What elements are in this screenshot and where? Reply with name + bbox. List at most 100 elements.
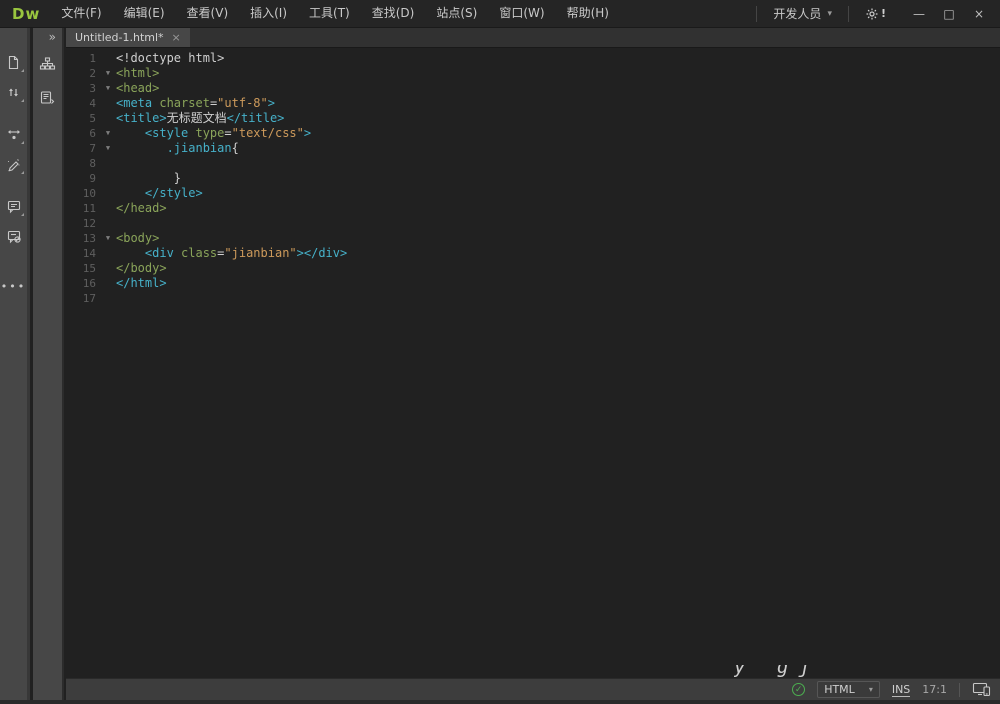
divider xyxy=(959,683,960,697)
sync-settings-button[interactable]: ! xyxy=(857,7,894,21)
code-line: 7▼ .jianbian{ xyxy=(66,141,1000,156)
dom-panel-button[interactable] xyxy=(36,52,60,76)
dropdown-corner xyxy=(21,213,24,216)
code-editor[interactable]: 1<!doctype html>2▼<html>3▼<head>4<meta c… xyxy=(66,48,1000,678)
line-number: 2 xyxy=(66,66,100,81)
panel-dock: » xyxy=(33,28,64,700)
tab-close-icon[interactable]: × xyxy=(172,31,181,44)
menu-find[interactable]: 查找(D) xyxy=(361,0,426,27)
doc-language-dropdown[interactable]: HTML ▾ xyxy=(817,681,880,698)
fold-gutter xyxy=(100,171,116,186)
expand-panels-button[interactable]: » xyxy=(33,28,62,46)
responsive-preview-icon[interactable] xyxy=(972,682,992,697)
code-tokens: } xyxy=(116,171,181,186)
code-line: 10 </style> xyxy=(66,186,1000,201)
line-number: 11 xyxy=(66,201,100,216)
menu-bar: 文件(F) 编辑(E) 查看(V) 插入(I) 工具(T) 查找(D) 站点(S… xyxy=(50,0,620,27)
menu-file[interactable]: 文件(F) xyxy=(50,0,112,27)
code-tokens: </html> xyxy=(116,276,167,291)
document-icon xyxy=(6,55,21,70)
insert-mode-toggle[interactable]: INS xyxy=(892,683,910,697)
fold-arrow-icon[interactable]: ▼ xyxy=(100,126,116,141)
dropdown-corner xyxy=(21,99,24,102)
tree-hierarchy-icon xyxy=(39,56,56,72)
minimize-button[interactable]: — xyxy=(904,0,934,27)
fold-gutter xyxy=(100,186,116,201)
fold-arrow-icon[interactable]: ▼ xyxy=(100,141,116,156)
snippets-panel-button[interactable] xyxy=(36,86,60,110)
comment-bubble-icon xyxy=(6,199,22,214)
menu-tools[interactable]: 工具(T) xyxy=(298,0,361,27)
fold-gutter xyxy=(100,276,116,291)
line-number: 9 xyxy=(66,171,100,186)
fold-gutter xyxy=(100,216,116,231)
fold-gutter xyxy=(100,96,116,111)
up-down-arrows-icon xyxy=(6,85,21,100)
code-line: 17 xyxy=(66,291,1000,306)
fold-gutter xyxy=(100,201,116,216)
chevron-down-icon: ▾ xyxy=(827,9,832,19)
line-number: 17 xyxy=(66,291,100,306)
code-tokens: <title>无标题文档</title> xyxy=(116,111,284,126)
fold-gutter xyxy=(100,156,116,171)
code-tokens: <!doctype html> xyxy=(116,51,224,66)
live-view-options-button[interactable] xyxy=(2,122,26,146)
code-line: 2▼<html> xyxy=(66,66,1000,81)
maximize-button[interactable]: □ xyxy=(934,0,964,27)
line-number: 6 xyxy=(66,126,100,141)
menu-insert[interactable]: 插入(I) xyxy=(239,0,298,27)
remove-comment-button[interactable] xyxy=(2,224,26,248)
code-tokens: <body> xyxy=(116,231,159,246)
fold-gutter xyxy=(100,111,116,126)
dock-icons xyxy=(33,46,62,110)
workspace-switcher[interactable]: 开发人员 ▾ xyxy=(765,5,840,22)
code-tokens: <div class="jianbian"></div> xyxy=(116,246,347,261)
window-controls: — □ × xyxy=(904,0,994,27)
line-number: 8 xyxy=(66,156,100,171)
fold-arrow-icon[interactable]: ▼ xyxy=(100,81,116,96)
alert-badge: ! xyxy=(881,7,886,20)
fold-gutter xyxy=(100,261,116,276)
code-line: 8 xyxy=(66,156,1000,171)
line-number: 7 xyxy=(66,141,100,156)
title-bar: Dw 文件(F) 编辑(E) 查看(V) 插入(I) 工具(T) 查找(D) 站… xyxy=(0,0,1000,28)
apply-comment-button[interactable] xyxy=(2,194,26,218)
customize-toolbar-button[interactable]: ••• xyxy=(1,280,26,293)
divider xyxy=(756,6,757,22)
status-bar: ✓ HTML ▾ INS 17:1 xyxy=(66,678,1000,700)
menu-window[interactable]: 窗口(W) xyxy=(488,0,555,27)
code-line: 13▼<body> xyxy=(66,231,1000,246)
line-number: 4 xyxy=(66,96,100,111)
titlebar-right: 开发人员 ▾ ! — □ × xyxy=(748,0,1000,27)
code-document-icon xyxy=(39,90,56,106)
code-tokens: <html> xyxy=(116,66,159,81)
file-management-button[interactable] xyxy=(2,80,26,104)
close-button[interactable]: × xyxy=(964,0,994,27)
fold-gutter xyxy=(100,291,116,306)
line-number: 5 xyxy=(66,111,100,126)
tab-untitled-1[interactable]: Untitled-1.html* × xyxy=(66,28,190,47)
workspace-label: 开发人员 xyxy=(773,5,821,22)
code-line: 4 <meta charset="utf-8"> xyxy=(66,96,1000,111)
cursor-position: 17:1 xyxy=(922,683,947,696)
fold-arrow-icon[interactable]: ▼ xyxy=(100,66,116,81)
menu-view[interactable]: 查看(V) xyxy=(176,0,240,27)
fold-arrow-icon[interactable]: ▼ xyxy=(100,231,116,246)
format-source-code-button[interactable] xyxy=(2,152,26,176)
code-line: 9 } xyxy=(66,171,1000,186)
open-documents-button[interactable] xyxy=(2,50,26,74)
menu-help[interactable]: 帮助(H) xyxy=(556,0,620,27)
tab-label: Untitled-1.html* xyxy=(75,31,164,44)
menu-edit[interactable]: 编辑(E) xyxy=(113,0,176,27)
code-tokens: <meta charset="utf-8"> xyxy=(116,96,275,111)
code-line: 12 xyxy=(66,216,1000,231)
menu-site[interactable]: 站点(S) xyxy=(425,0,488,27)
line-number: 16 xyxy=(66,276,100,291)
dreamweaver-logo: Dw xyxy=(0,5,50,23)
doc-language-value: HTML xyxy=(824,683,855,696)
code-line: 6▼ <style type="text/css"> xyxy=(66,126,1000,141)
tab-strip: Untitled-1.html* × xyxy=(66,28,1000,48)
watermark-fragment: y gj xyxy=(734,665,820,678)
divider xyxy=(848,6,849,22)
code-tokens: <style type="text/css"> xyxy=(116,126,311,141)
